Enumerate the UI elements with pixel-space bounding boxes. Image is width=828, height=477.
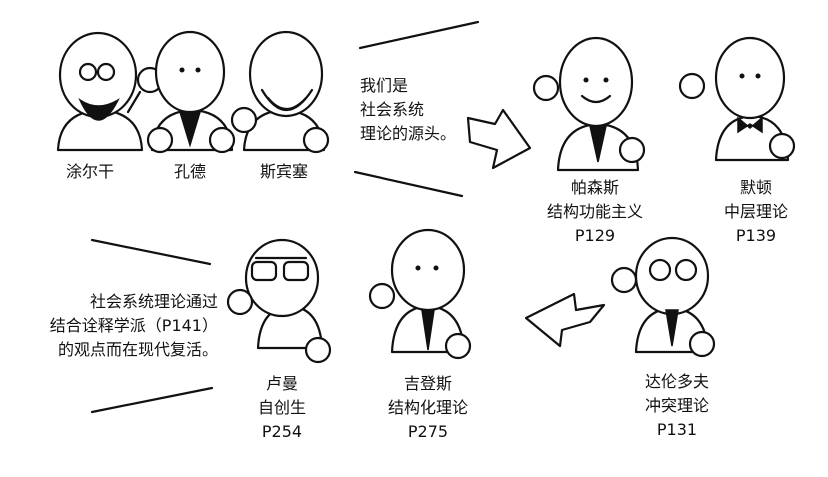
luhmann-page: P254 (261, 422, 303, 441)
giddens-figure-icon (368, 228, 472, 360)
giddens-page: P275 (407, 422, 449, 441)
bottom-divider-line-upper (90, 238, 212, 266)
durkheim-name: 涂尔干 (65, 162, 114, 181)
luhmann-figure-icon (226, 238, 332, 364)
spencer-name: 斯宾塞 (259, 162, 308, 181)
revival-caption-line-2: 结合诠释学派（P141） (49, 316, 218, 335)
revival-caption-line-3: 的观点而在现代复活。 (57, 340, 218, 359)
founders-caption-line-3: 理论的源头。 (360, 124, 457, 143)
giddens-theory: 结构化理论 (387, 398, 468, 417)
founders-caption-line-1: 我们是 (360, 76, 409, 95)
revival-caption-line-1: 社会系统理论通过 (89, 292, 218, 311)
top-divider-line-upper (358, 20, 480, 50)
parsons-page: P129 (574, 226, 616, 245)
comte-name: 孔德 (173, 162, 206, 181)
arrow-left-icon (524, 292, 606, 348)
theory-lineage-diagram: 涂尔干 孔德 斯宾塞 我们是 社会系统 理论的源头。 帕森斯 结构功能主义 P1… (0, 0, 828, 477)
dahrendorf-name: 达伦多夫 (644, 372, 709, 391)
merton-page: P139 (735, 226, 777, 245)
parsons-theory: 结构功能主义 (546, 202, 643, 221)
arrow-right-icon (466, 108, 532, 170)
durkheim-figure-icon (56, 31, 164, 152)
merton-name: 默顿 (739, 178, 772, 197)
top-divider-line-lower (353, 170, 464, 198)
dahrendorf-figure-icon (610, 236, 716, 358)
dahrendorf-theory: 冲突理论 (644, 396, 709, 415)
merton-theory: 中层理论 (723, 202, 788, 221)
luhmann-theory: 自创生 (257, 398, 306, 417)
comte-figure-icon (146, 30, 236, 154)
merton-figure-icon (678, 36, 796, 162)
parsons-figure-icon (532, 36, 646, 172)
luhmann-name: 卢曼 (265, 374, 298, 393)
giddens-name: 吉登斯 (403, 374, 452, 393)
bottom-divider-line-lower (90, 386, 214, 414)
parsons-name: 帕森斯 (570, 178, 619, 197)
founders-caption-line-2: 社会系统 (360, 100, 425, 119)
dahrendorf-page: P131 (656, 420, 698, 439)
spencer-figure-icon (230, 30, 330, 154)
